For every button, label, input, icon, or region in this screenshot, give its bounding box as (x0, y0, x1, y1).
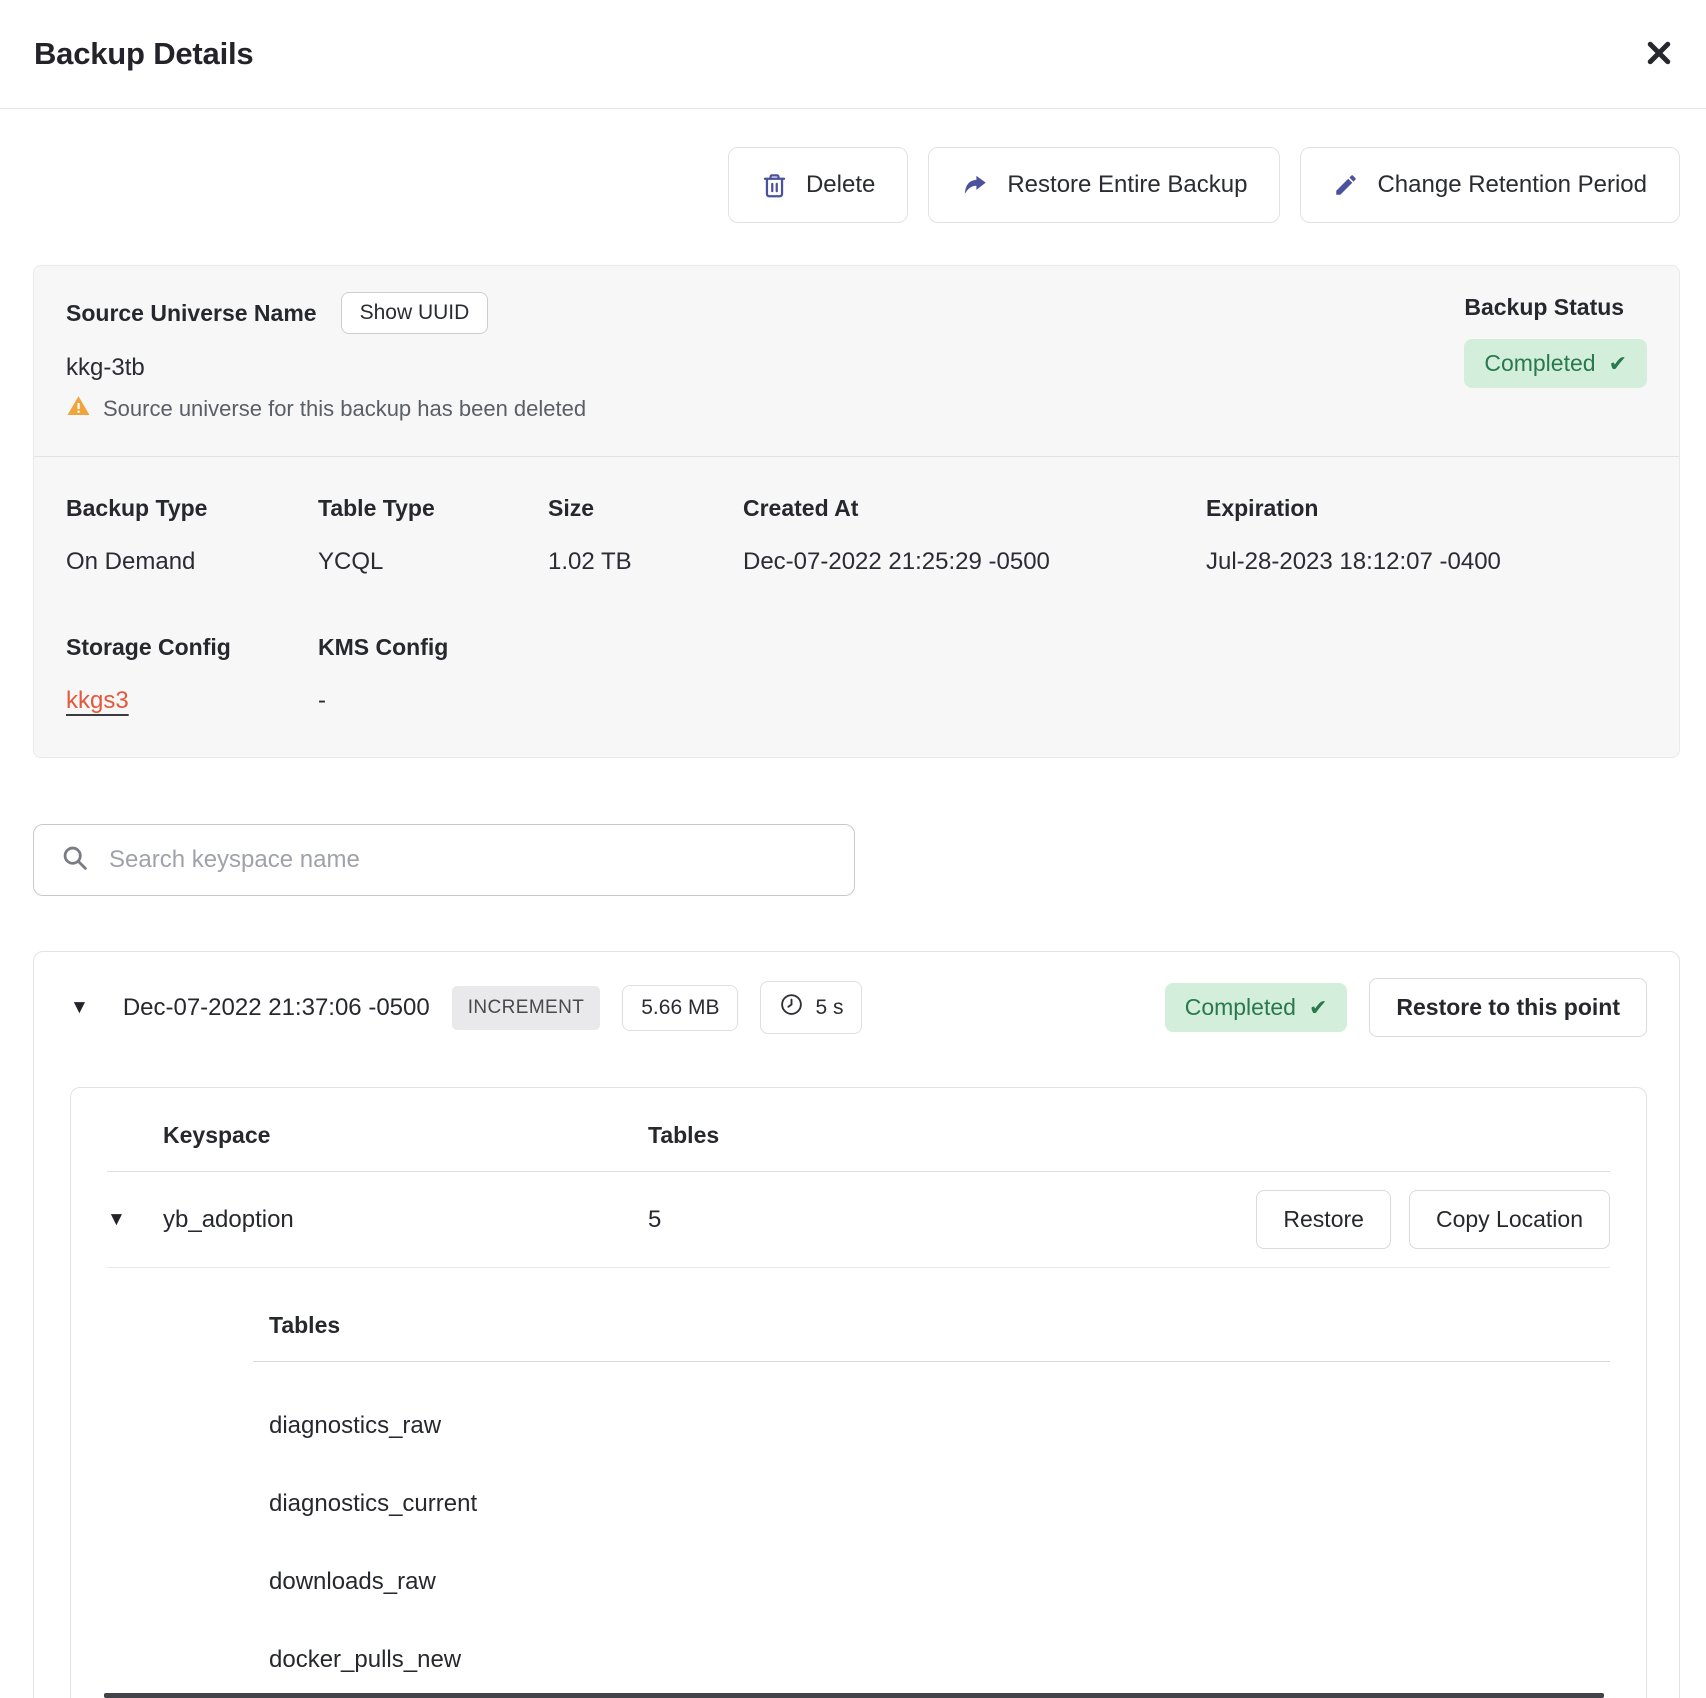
keyspace-row: ▼ yb_adoption 5 Restore Copy Location (107, 1172, 1610, 1267)
trash-icon (761, 172, 788, 199)
redo-arrow-icon (961, 171, 989, 199)
change-retention-period-label: Change Retention Period (1377, 171, 1647, 199)
toolbar: Delete Restore Entire Backup Change Rete… (33, 147, 1680, 223)
universe-name: kkg-3tb (66, 354, 1464, 382)
copy-location-button[interactable]: Copy Location (1409, 1190, 1610, 1249)
search-box (33, 824, 855, 896)
increment-timestamp: Dec-07-2022 21:37:06 -0500 (123, 994, 430, 1022)
duration-text: 5 s (815, 996, 843, 1020)
panel-header: Backup Details (0, 0, 1706, 109)
warning-triangle-icon (66, 394, 91, 424)
check-icon: ✔ (1609, 351, 1627, 377)
increment-size-chip: 5.66 MB (622, 985, 738, 1031)
increment-type-chip: INCREMENT (452, 986, 601, 1030)
tables-sublist: Tables diagnostics_raw diagnostics_curre… (253, 1312, 1610, 1698)
increment-caret-down-icon[interactable]: ▼ (70, 998, 89, 1017)
search-input[interactable] (109, 846, 828, 874)
keyspace-row-divider (107, 1267, 1610, 1268)
field-size: Size 1.02 TB (548, 495, 743, 576)
keyspace-name: yb_adoption (163, 1206, 648, 1234)
restore-keyspace-button[interactable]: Restore (1256, 1190, 1391, 1249)
source-universe-label: Source Universe Name (66, 300, 317, 327)
keyspace-column-header: Keyspace (163, 1122, 648, 1149)
field-expiration: Expiration Jul-28-2023 18:12:07 -0400 (1206, 495, 1647, 576)
backup-status-badge: Completed ✔ (1464, 339, 1647, 388)
table-name: diagnostics_current (253, 1490, 1610, 1518)
badge-text: Completed (1185, 994, 1296, 1021)
increment-status-badge: Completed ✔ (1165, 983, 1348, 1032)
increment-card: ▼ Dec-07-2022 21:37:06 -0500 INCREMENT 5… (33, 951, 1680, 1698)
delete-button-label: Delete (806, 171, 875, 199)
panel-body: Delete Restore Entire Backup Change Rete… (0, 147, 1706, 1698)
tables-count: 5 (648, 1206, 1256, 1234)
warning-text: Source universe for this backup has been… (103, 396, 586, 422)
search-icon (60, 843, 89, 877)
table-name: downloads_raw (253, 1568, 1610, 1596)
backup-summary-panel: Source Universe Name Show UUID kkg-3tb (33, 265, 1680, 758)
keyspace-caret-down-icon[interactable]: ▼ (107, 1209, 126, 1230)
restore-entire-backup-label: Restore Entire Backup (1007, 171, 1247, 199)
badge-text: Completed (1484, 350, 1595, 377)
increment-header-row: ▼ Dec-07-2022 21:37:06 -0500 INCREMENT 5… (70, 978, 1647, 1037)
restore-entire-backup-button[interactable]: Restore Entire Backup (928, 147, 1280, 223)
tables-section-divider (253, 1361, 1610, 1362)
field-storage-config: Storage Config kkgs3 (66, 634, 318, 715)
table-name: diagnostics_raw (253, 1412, 1610, 1440)
field-backup-type: Backup Type On Demand (66, 495, 318, 576)
change-retention-period-button[interactable]: Change Retention Period (1300, 147, 1680, 223)
clock-icon (779, 992, 804, 1023)
page-title: Backup Details (34, 36, 253, 72)
table-name: docker_pulls_new (253, 1646, 1610, 1674)
delete-button[interactable]: Delete (728, 147, 908, 223)
pencil-icon (1333, 172, 1359, 198)
increment-duration-chip: 5 s (760, 981, 862, 1034)
show-uuid-button[interactable]: Show UUID (341, 292, 489, 334)
check-icon: ✔ (1309, 995, 1327, 1021)
backup-status-label: Backup Status (1464, 294, 1624, 321)
field-created-at: Created At Dec-07-2022 21:25:29 -0500 (743, 495, 1206, 576)
backup-details-panel: Backup Details Delete (0, 0, 1706, 1698)
keyspace-table-card: Keyspace Tables ▼ yb_adoption 5 Restore … (70, 1087, 1647, 1698)
bottom-edge-divider (104, 1693, 1604, 1698)
keyspace-table-header: Keyspace Tables (107, 1122, 1610, 1149)
field-kms-config: KMS Config - (318, 634, 1647, 715)
restore-to-this-point-button[interactable]: Restore to this point (1369, 978, 1647, 1037)
tables-section-header: Tables (253, 1312, 1610, 1339)
close-icon[interactable] (1636, 30, 1682, 79)
tables-column-header: Tables (648, 1122, 1610, 1149)
storage-config-link[interactable]: kkgs3 (66, 687, 129, 715)
field-table-type: Table Type YCQL (318, 495, 548, 576)
